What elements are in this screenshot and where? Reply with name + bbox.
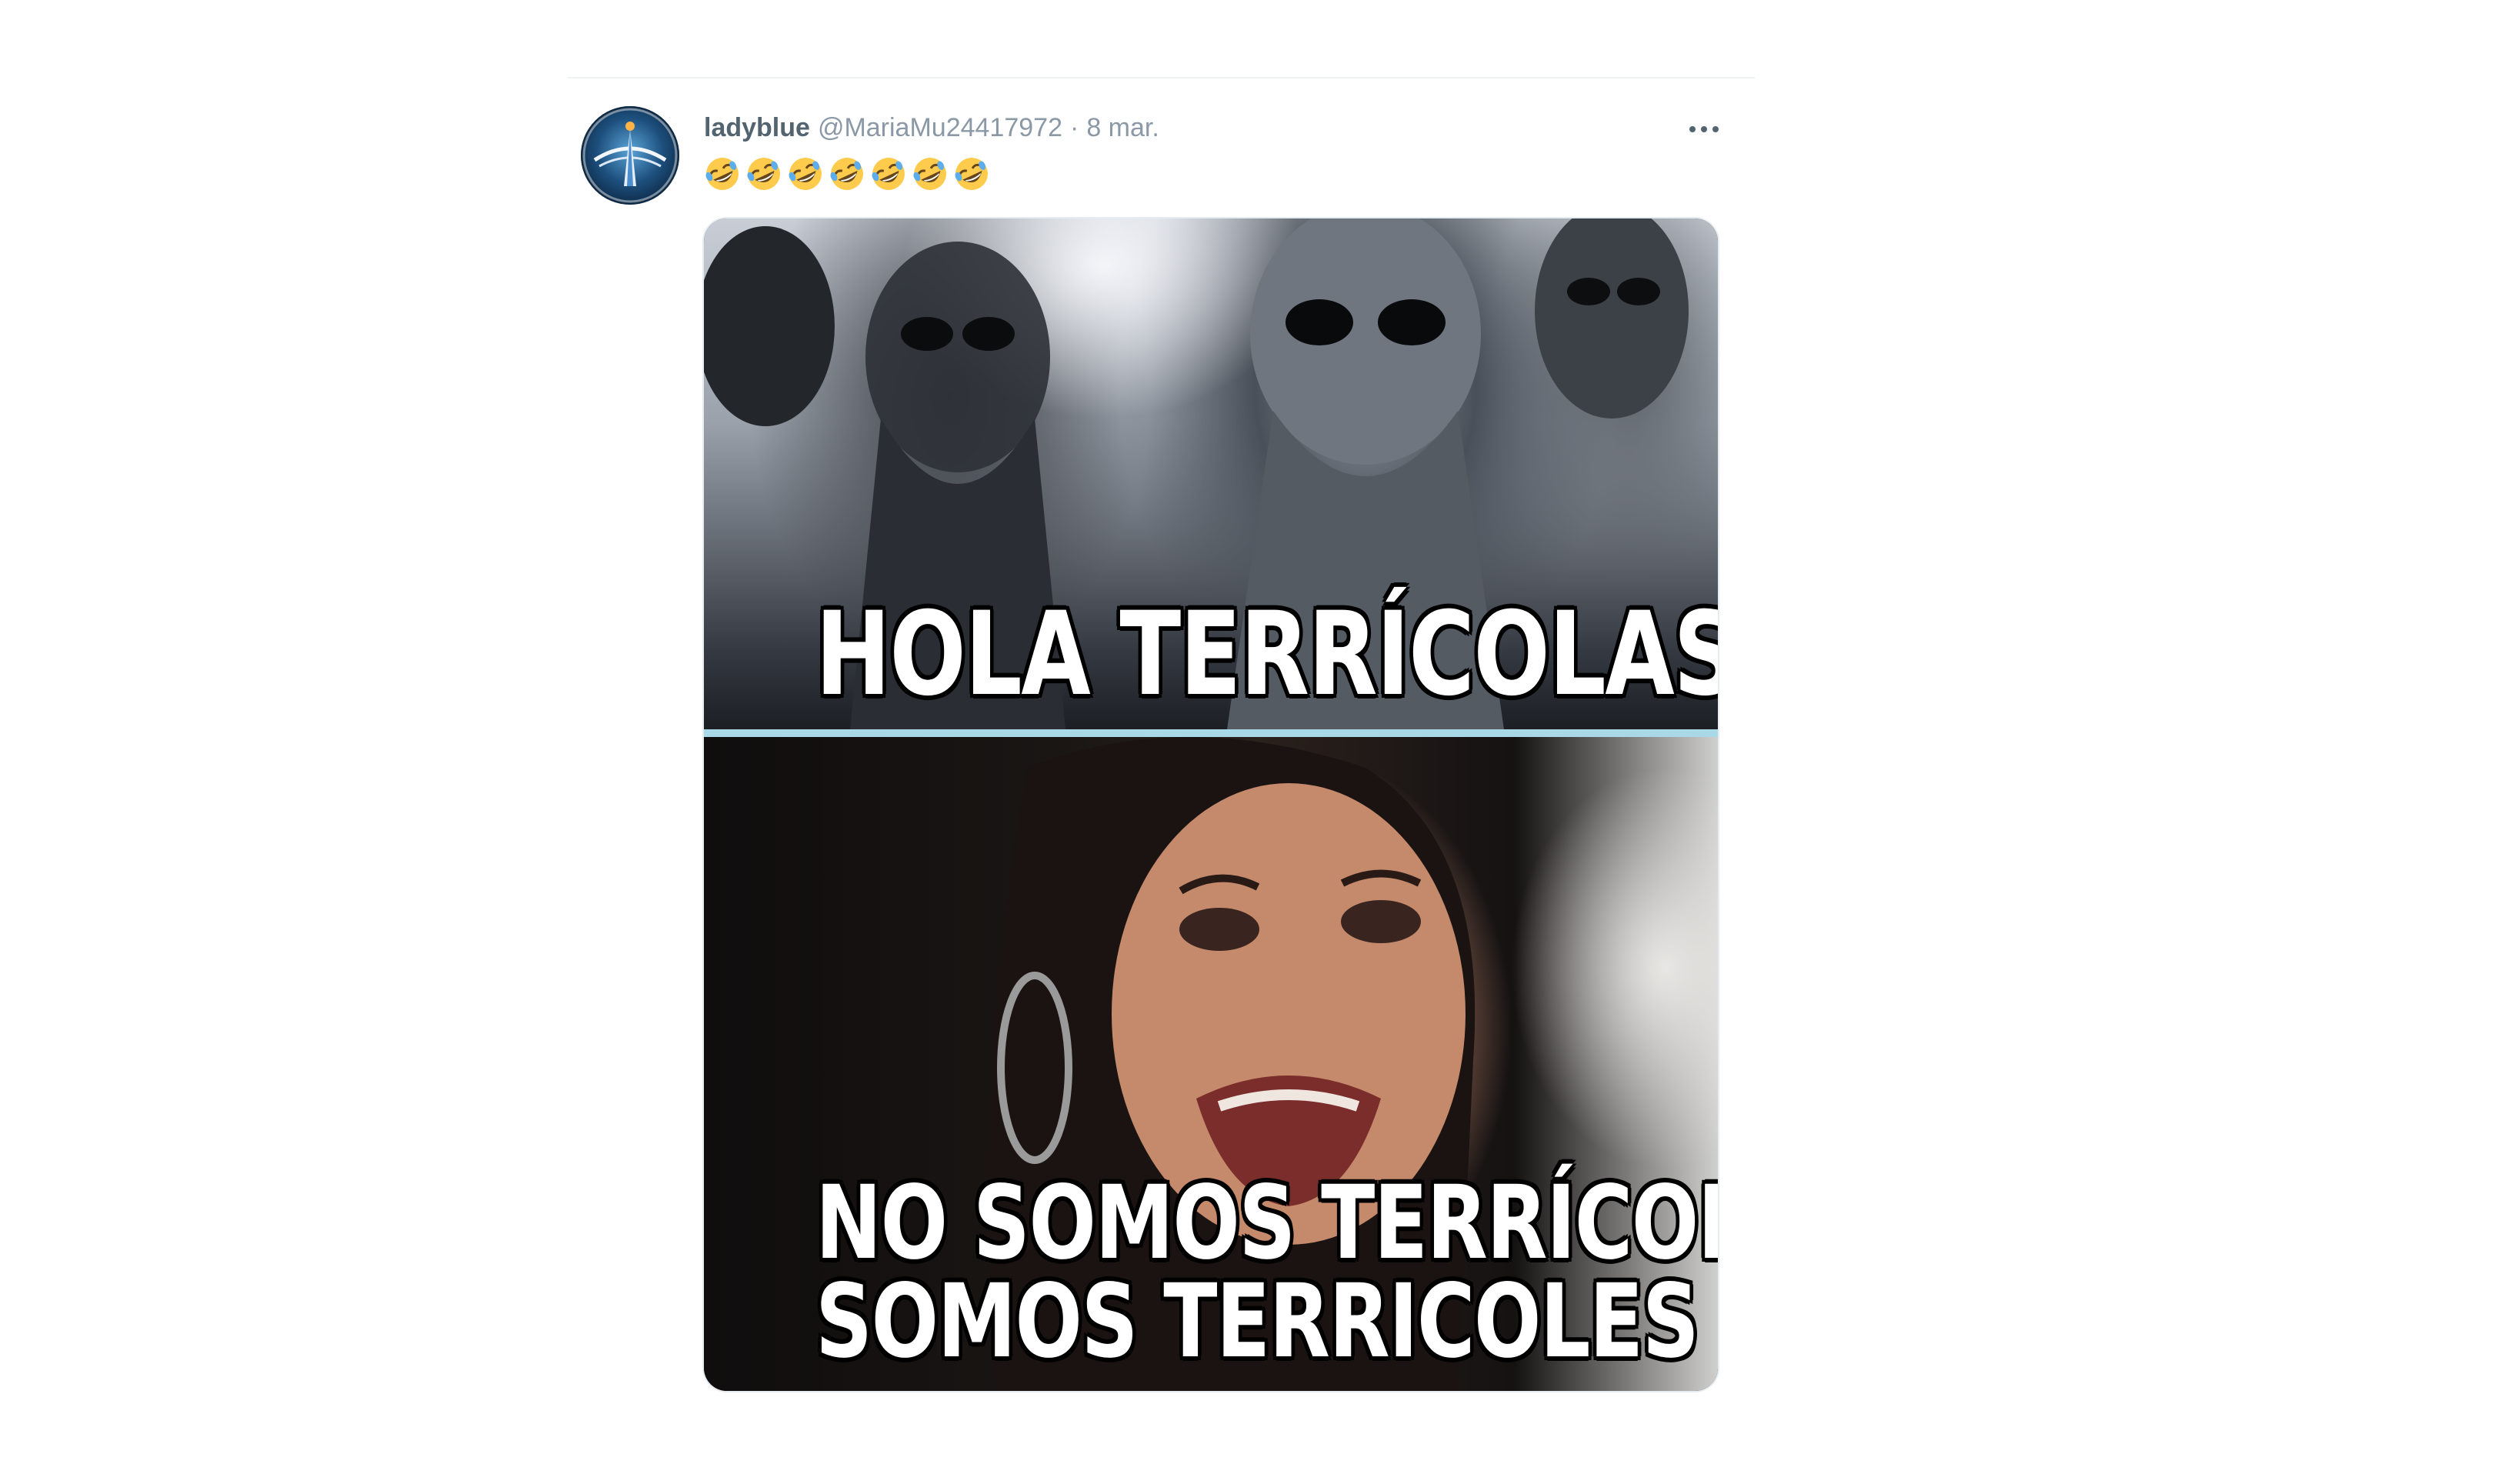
meme-bottom-caption-line2: SOMOS TERRICOLES: [815, 1262, 1699, 1381]
tweet-media-image[interactable]: HOLA TERRÍCOLAS... NO SOMOS TERRÍCOLA: [704, 218, 1718, 1391]
avatar-image: [582, 108, 678, 203]
rolling-on-the-floor-laughing-emoji-icon: [830, 158, 863, 190]
more-horizontal-icon: [1689, 126, 1719, 132]
rolling-on-the-floor-laughing-emoji-icon: [705, 158, 739, 190]
rolling-on-the-floor-laughing-emoji-icon: [913, 158, 946, 190]
rolling-on-the-floor-laughing-emoji-icon: [747, 158, 780, 190]
tweet[interactable]: ladyblue @MariaMu24417972 · 8 mar. HOLA …: [567, 78, 1755, 1432]
tweet-text: [704, 152, 995, 195]
separator-dot: ·: [1069, 113, 1079, 142]
meme-top-panel: HOLA TERRÍCOLAS...: [704, 218, 1718, 729]
more-options-button[interactable]: [1681, 112, 1727, 146]
tweet-header: ladyblue @MariaMu24417972 · 8 mar.: [704, 109, 1159, 146]
meme-bottom-caption: NO SOMOS TERRÍCOLAS, SOMOS TERRICOLES: [815, 1164, 1718, 1381]
rolling-on-the-floor-laughing-emoji-icon: [955, 158, 988, 190]
rolling-on-the-floor-laughing-emoji-icon: [872, 158, 905, 190]
rolling-on-the-floor-laughing-emoji-icon: [789, 158, 822, 190]
meme-divider: [704, 729, 1718, 737]
meme-top-caption: HOLA TERRÍCOLAS...: [815, 588, 1718, 722]
display-name[interactable]: ladyblue: [704, 109, 810, 146]
page: ladyblue @MariaMu24417972 · 8 mar. HOLA …: [0, 0, 2511, 1484]
avatar[interactable]: [581, 106, 679, 205]
user-handle[interactable]: @MariaMu24417972: [818, 109, 1062, 146]
meme-bottom-caption-line1: NO SOMOS TERRÍCOLAS,: [815, 1164, 1718, 1282]
timestamp[interactable]: 8 mar.: [1086, 109, 1159, 146]
